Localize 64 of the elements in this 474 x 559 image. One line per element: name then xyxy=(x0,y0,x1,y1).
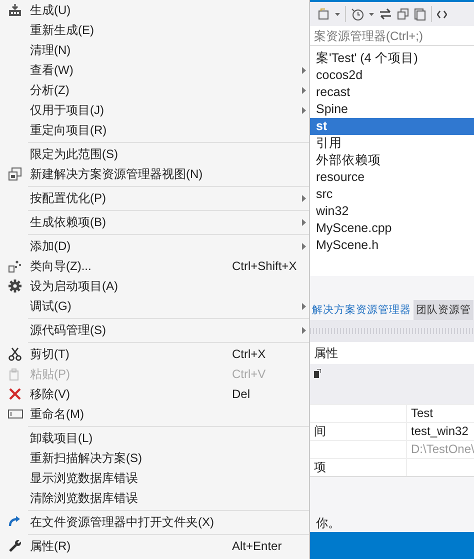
property-pages-icon[interactable] xyxy=(314,369,321,378)
menu-item[interactable]: 仅用于项目(J) xyxy=(0,100,309,120)
menu-item[interactable]: 重定向项目(R) xyxy=(0,120,309,140)
menu-item[interactable]: 按配置优化(P) xyxy=(0,188,309,208)
tree-item[interactable]: Spine xyxy=(310,101,474,118)
window-icon xyxy=(8,167,22,181)
remove-icon xyxy=(8,387,22,401)
tree-item[interactable]: MyScene.cpp xyxy=(310,220,474,237)
property-name: 间 xyxy=(310,423,407,440)
menu-item[interactable]: 生成依赖项(B) xyxy=(0,212,309,232)
tree-item[interactable]: src xyxy=(310,186,474,203)
menu-item[interactable]: 限定为此范围(S) xyxy=(0,144,309,164)
menu-item[interactable]: 在文件资源管理器中打开文件夹(X) xyxy=(0,512,309,532)
menu-item[interactable]: 查看(W) xyxy=(0,60,309,80)
menu-item[interactable]: 清理(N) xyxy=(0,40,309,60)
tree-item[interactable]: resource xyxy=(310,169,474,186)
menu-item[interactable]: 移除(V) Del xyxy=(0,384,309,404)
menu-item[interactable]: 调试(G) xyxy=(0,296,309,316)
dropdown-caret-icon[interactable] xyxy=(335,12,340,16)
search-field[interactable]: 案资源管理器(Ctrl+;) xyxy=(310,26,474,46)
menu-item[interactable]: 新建解决方案资源管理器视图(N) xyxy=(0,164,309,184)
tree-item[interactable]: 案'Test' (4 个项目) xyxy=(310,50,474,67)
menu-item[interactable]: 类向导(Z)... Ctrl+Shift+X xyxy=(0,256,309,276)
menu-item[interactable]: 清除浏览数据库错误 xyxy=(0,488,309,508)
tree-item[interactable]: MyScene.h xyxy=(310,237,474,254)
menu-item[interactable]: 剪切(T) Ctrl+X xyxy=(0,344,309,364)
tab[interactable]: 团队资源管 xyxy=(414,300,473,320)
sync-arrows-icon[interactable] xyxy=(379,8,392,20)
properties-icon[interactable] xyxy=(318,8,330,20)
property-value: test_win32 xyxy=(410,423,468,440)
tree-item[interactable]: st xyxy=(310,118,474,135)
pages-icon[interactable] xyxy=(414,8,426,20)
menu-item[interactable]: 添加(D) xyxy=(0,236,309,256)
collapse-icon[interactable] xyxy=(397,8,409,20)
tree-item[interactable]: recast xyxy=(310,84,474,101)
menu-item[interactable]: 设为启动项目(A) xyxy=(0,276,309,296)
menu-item[interactable]: 重命名(M) xyxy=(0,404,309,424)
description-text: 你。 xyxy=(316,516,340,530)
code-icon[interactable] xyxy=(437,10,447,18)
menu-item[interactable]: 生成(U) xyxy=(0,0,309,20)
panel-title: 属性 xyxy=(310,342,474,364)
menu-item[interactable]: 卸载项目(L) xyxy=(0,428,309,448)
wrench-icon xyxy=(8,539,22,553)
menu-item[interactable]: 分析(Z) xyxy=(0,80,309,100)
rename-icon xyxy=(8,408,22,420)
clock-icon[interactable] xyxy=(351,8,364,20)
dropdown-caret-icon[interactable] xyxy=(369,12,374,16)
tab[interactable]: 解决方案资源管理器 xyxy=(310,300,413,320)
gear-icon xyxy=(8,279,22,293)
menu-item[interactable]: 显示浏览数据库错误 xyxy=(0,468,309,488)
tree-item[interactable]: win32 xyxy=(310,203,474,220)
scissors-icon xyxy=(8,347,22,361)
property-value: D:\TestOne\ xyxy=(410,441,474,458)
build-icon xyxy=(8,3,22,17)
property-value: Test xyxy=(410,405,434,422)
menu-item[interactable]: 重新生成(E) xyxy=(0,20,309,40)
wizard-icon xyxy=(8,259,22,273)
menu-item[interactable]: 重新扫描解决方案(S) xyxy=(0,448,309,468)
tree-item[interactable]: 引用 xyxy=(310,135,474,152)
curved-arrow-icon xyxy=(8,515,22,529)
menu-item[interactable]: 源代码管理(S) xyxy=(0,320,309,340)
tree-item[interactable]: 外部依赖项 xyxy=(310,152,474,169)
tree-item[interactable]: cocos2d xyxy=(310,67,474,84)
menu-item[interactable]: 属性(R) Alt+Enter xyxy=(0,536,309,556)
